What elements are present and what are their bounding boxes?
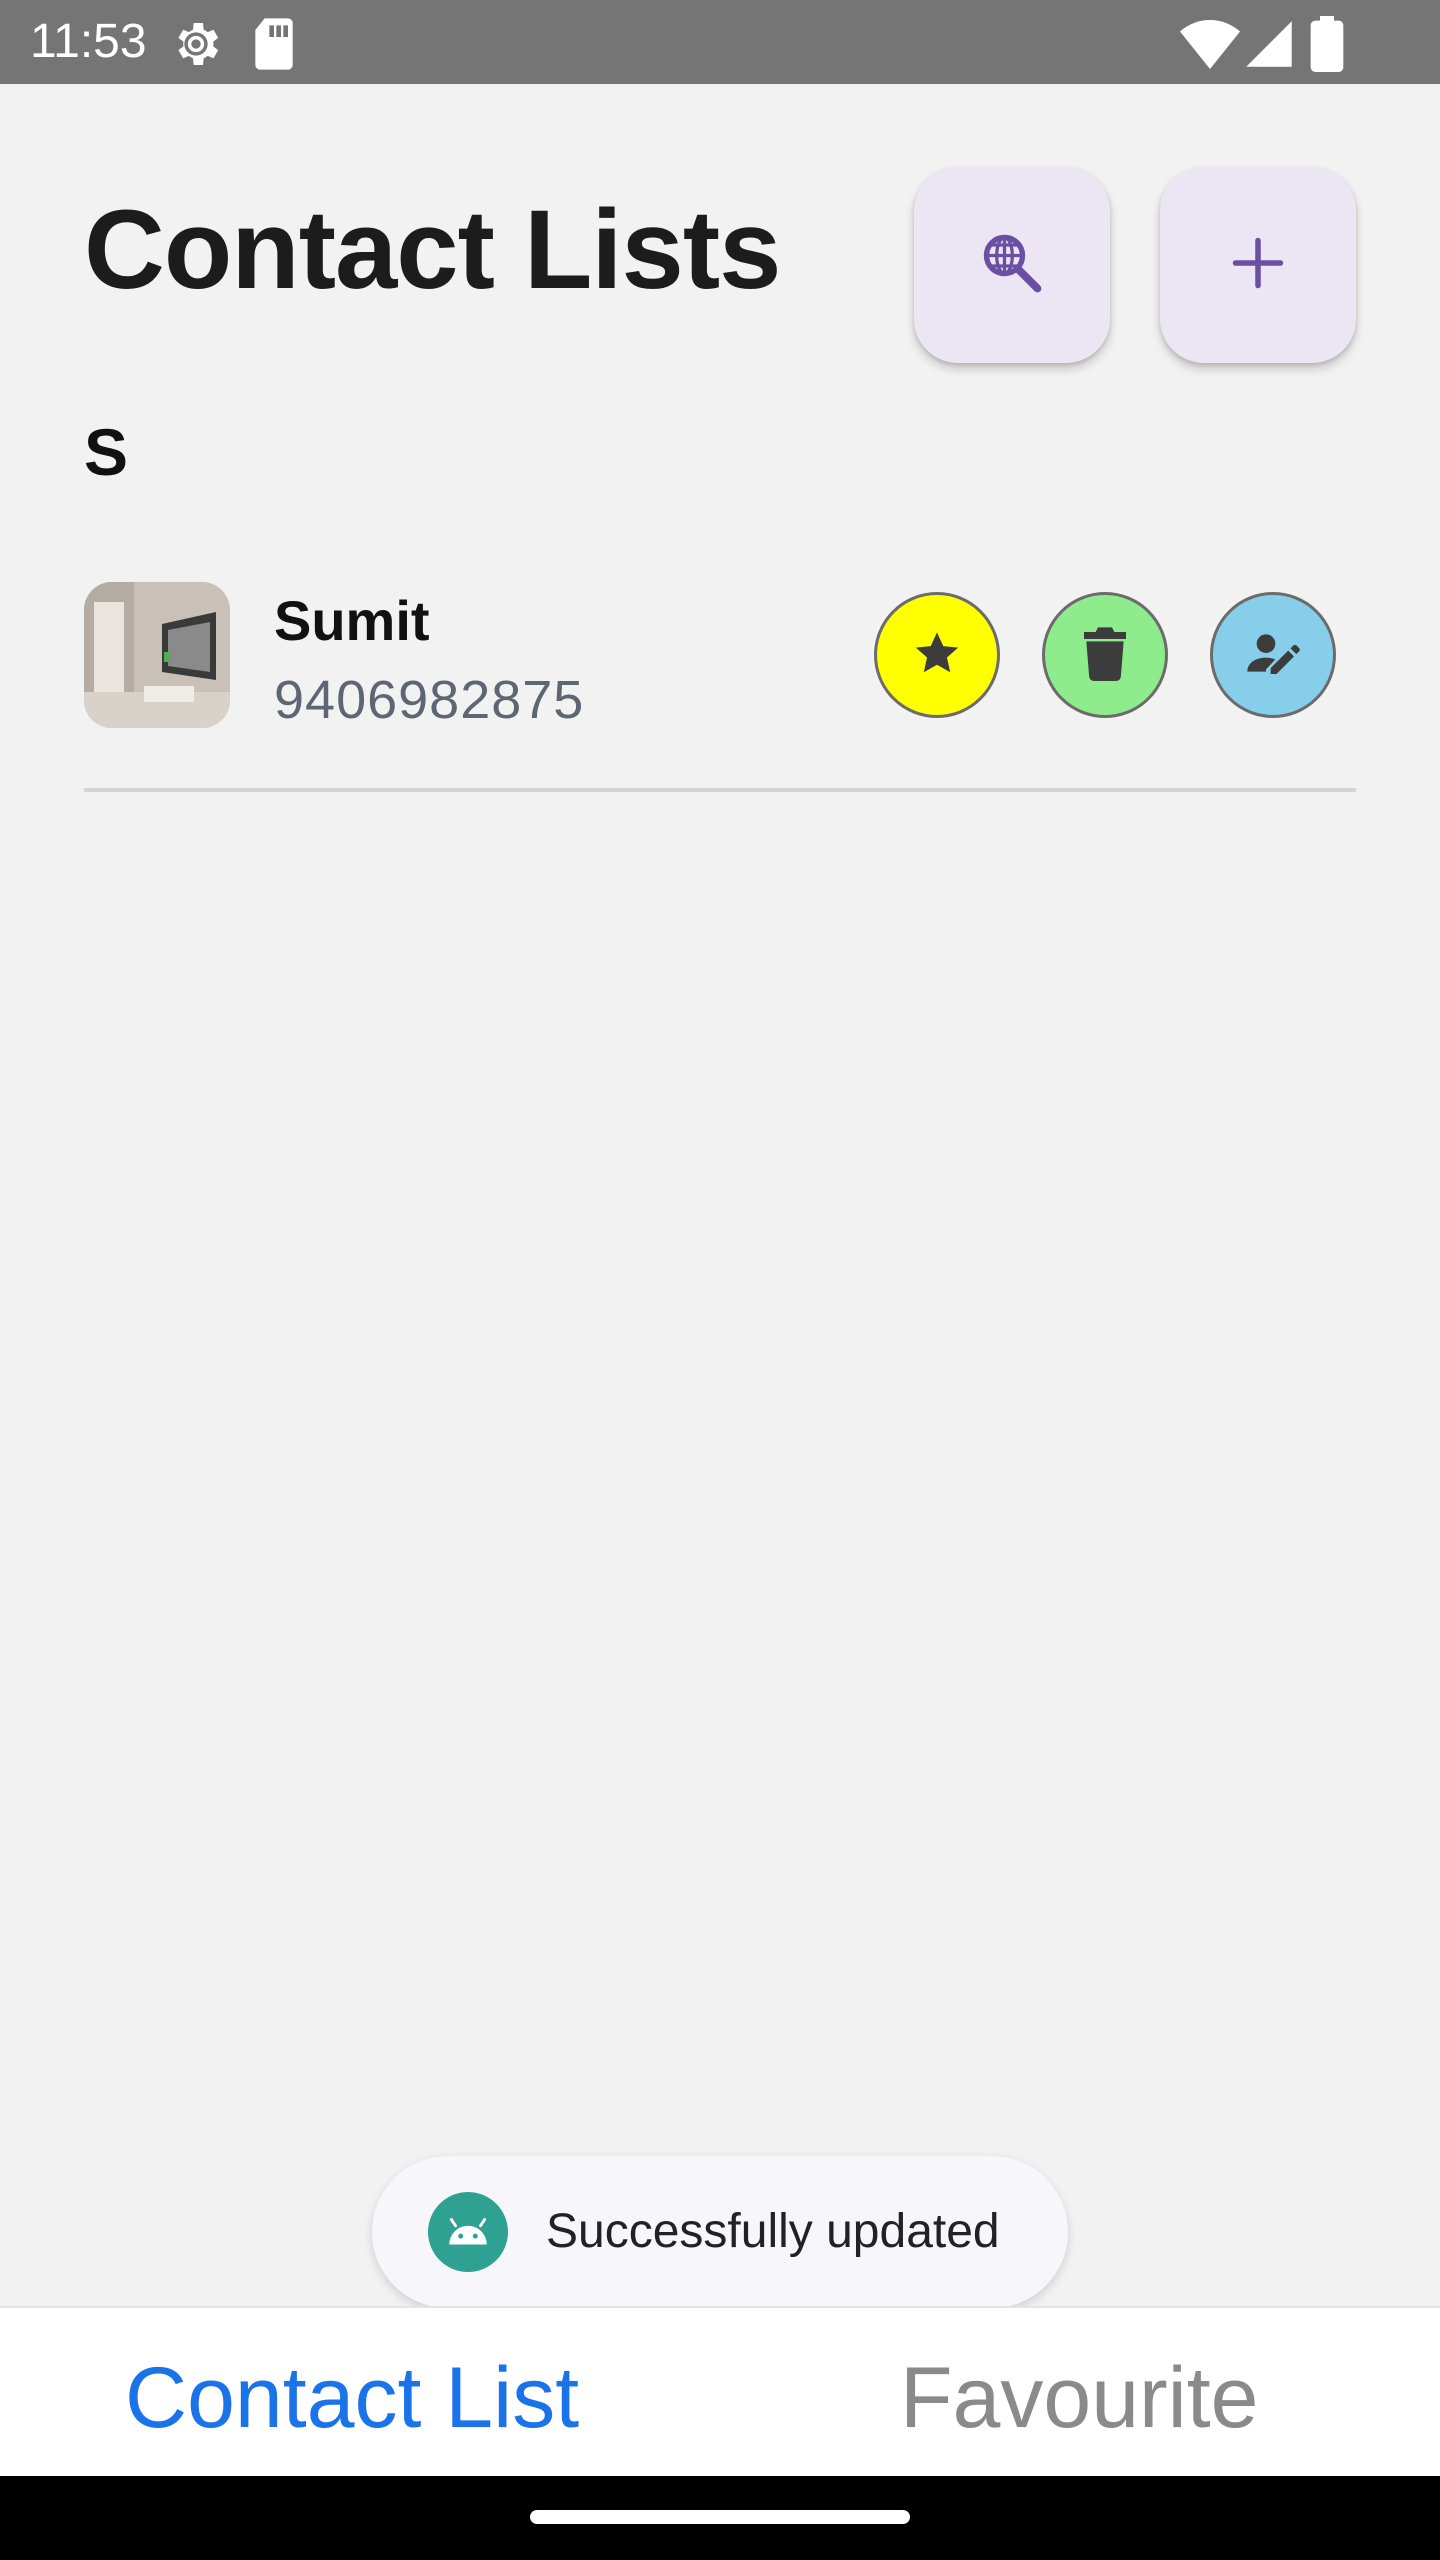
wifi-icon: [1180, 16, 1240, 77]
contact-phone: 9406982875: [274, 670, 585, 730]
tab-contact-list[interactable]: Contact List: [125, 2348, 579, 2448]
trash-icon: [1081, 625, 1129, 686]
favourite-button[interactable]: [874, 592, 1000, 718]
status-time: 11:53: [30, 15, 147, 68]
contact-list-item[interactable]: Sumit 9406982875: [84, 580, 1356, 792]
edit-contact-button[interactable]: [1210, 592, 1336, 718]
status-bar: 11:53: [0, 0, 1440, 84]
battery-icon: [1310, 16, 1344, 77]
star-icon: [911, 627, 963, 684]
page-title: Contact Lists: [84, 187, 781, 312]
tab-favourite[interactable]: Favourite: [900, 2348, 1259, 2448]
delete-button[interactable]: [1042, 592, 1168, 718]
globe-search-icon: [976, 227, 1048, 304]
list-divider: [84, 788, 1356, 792]
section-header-letter: S: [84, 415, 129, 489]
edit-person-icon: [1245, 625, 1301, 686]
add-contact-button[interactable]: [1160, 167, 1356, 363]
settings-gear-icon: [168, 16, 224, 77]
system-navigation-bar: [0, 2476, 1440, 2560]
contact-name: Sumit: [274, 589, 430, 652]
home-gesture-handle[interactable]: [530, 2510, 910, 2524]
cell-signal-icon: [1244, 16, 1294, 77]
bottom-navigation: Contact List Favourite: [0, 2306, 1440, 2476]
plus-icon: [1228, 233, 1288, 298]
contact-avatar: [84, 582, 230, 728]
toast-message: Successfully updated: [372, 2156, 1068, 2308]
toast-text: Successfully updated: [546, 2205, 1000, 2258]
sd-card-icon: [250, 16, 298, 77]
search-button[interactable]: [914, 167, 1110, 363]
android-icon: [428, 2192, 508, 2272]
